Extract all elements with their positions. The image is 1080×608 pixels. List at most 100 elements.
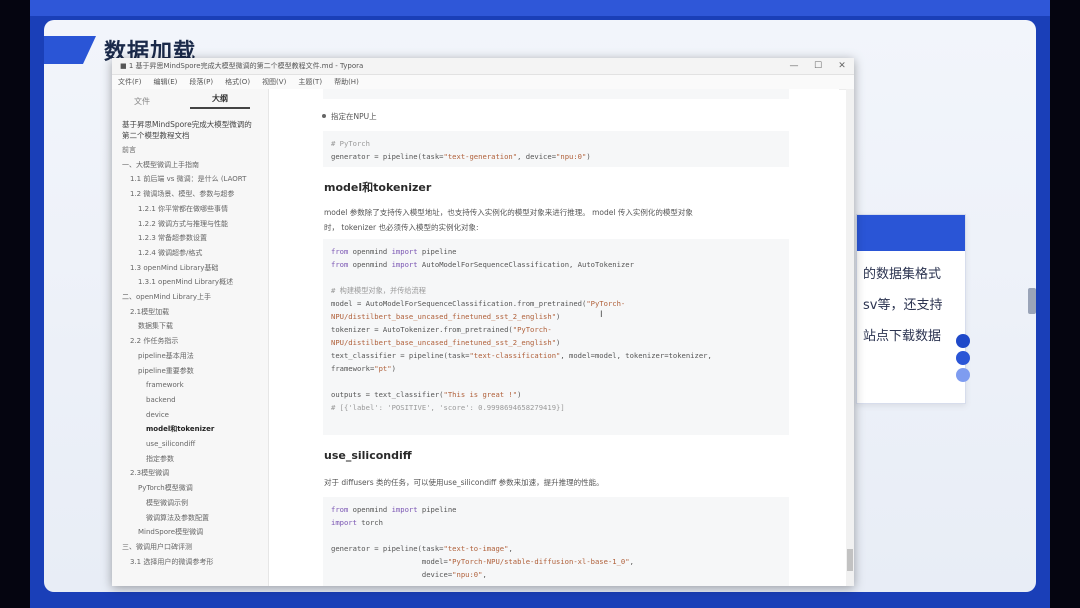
outline-item[interactable]: 微调算法及参数配置 [112, 511, 268, 526]
bullet-item: 指定在NPU上 [322, 112, 377, 121]
outline-item[interactable]: pipeline基本用法 [112, 349, 268, 364]
outline-item[interactable]: pipeline重要参数 [112, 364, 268, 379]
code-text: openmind [348, 505, 392, 514]
code-text: generator = pipeline(task= [331, 152, 444, 161]
outline-item[interactable]: 2.2 作任务指示 [112, 334, 268, 349]
outline-item[interactable]: 数据集下载 [112, 319, 268, 334]
menu-paragraph[interactable]: 段落(P) [183, 77, 219, 87]
code-text: tokenizer = AutoTokenizer.from_pretraine… [331, 325, 513, 334]
outline-item[interactable]: 1.2.3 常备超参数设置 [112, 231, 268, 246]
outline-item[interactable]: 前言 [112, 143, 268, 158]
menu-theme[interactable]: 主题(T) [292, 77, 328, 87]
code-text: model= [331, 557, 448, 566]
outline-list: 前言 一、大模型微调上手指南 1.1 前后端 vs 微调：是什么 (LAORT 1.2… [112, 143, 268, 569]
outline-item[interactable]: framework [112, 378, 268, 393]
menu-edit[interactable]: 编辑(E) [148, 77, 184, 87]
top-strip [30, 0, 1050, 16]
code-text: , [482, 570, 487, 579]
outline-item[interactable]: 1.2 微调场景、模型、参数与超参 [112, 187, 268, 202]
code-string: "This is great !" [443, 390, 518, 399]
slide-nav-dot[interactable] [956, 368, 970, 382]
outline-item[interactable]: PyTorch模型微调 [112, 481, 268, 496]
code-keyword: import [331, 518, 357, 527]
tab-files[interactable]: 文件 [112, 96, 172, 107]
code-text: model = AutoModelForSequenceClassificati… [331, 299, 587, 308]
code-string: NPU/distilbert_base_uncased_finetuned_ss… [331, 312, 557, 321]
code-text: , model=model, tokenizer=tokenizer, [560, 351, 712, 360]
vertical-scrollbar[interactable] [846, 89, 854, 586]
window-titlebar: ■ 1 基于昇思MindSpore完成大模型微调的第二个模型教程文件.md - … [112, 58, 854, 75]
menu-format[interactable]: 格式(O) [219, 77, 256, 87]
outline-item[interactable]: 1.3 openMind Library基础 [112, 261, 268, 276]
code-text: ) [517, 390, 522, 399]
code-string: "PyTorch- [586, 299, 626, 308]
outline-item[interactable]: MindSpore模型微调 [112, 525, 268, 540]
code-keyword: from [331, 505, 349, 514]
heading-model-tokenizer: model和tokenizer [324, 181, 432, 194]
outline-item[interactable]: model和tokenizer [112, 422, 268, 437]
code-block-silicondiff[interactable]: from openmind import pipeline import tor… [323, 497, 789, 586]
code-text: ) [556, 312, 561, 321]
outline-item[interactable]: 2.1模型加载 [112, 305, 268, 320]
video-frame: 数据加载 的数据集格式 sv等，还支持 站点下载数据 ■ 1 基于昇思MindS… [30, 0, 1050, 608]
outline-item[interactable]: 模型微调示例 [112, 496, 268, 511]
tab-outline[interactable]: 大纲 [190, 93, 250, 109]
code-text: framework= [331, 364, 375, 373]
menu-file[interactable]: 文件(F) [112, 77, 148, 87]
outline-item[interactable]: 1.2.2 微调方式与推理与性能 [112, 217, 268, 232]
code-text: pipeline [417, 505, 457, 514]
menu-bar: 文件(F) 编辑(E) 段落(P) 格式(O) 视图(V) 主题(T) 帮助(H… [112, 75, 854, 90]
slide-nav-dot[interactable] [956, 334, 970, 348]
code-text: ) [586, 152, 591, 161]
outline-item[interactable]: use_silicondiff [112, 437, 268, 452]
side-card-line: sv等，还支持 [863, 298, 943, 313]
editor-pane: 指定在NPU上 # PyTorch generator = pipeline(t… [269, 89, 839, 586]
code-string: "npu:0" [452, 570, 483, 579]
code-text: pipeline [417, 247, 457, 256]
outline-item[interactable]: 1.2.4 微调超参/格式 [112, 246, 268, 261]
code-text: torch [356, 518, 383, 527]
outline-item[interactable]: 指定参数 [112, 452, 268, 467]
outline-item[interactable]: 三、微调用户口碑评测 [112, 540, 268, 555]
outline-item[interactable]: 3.1 选择用户的微调参考形 [112, 555, 268, 570]
sidebar-tabs: 文件 大纲 [112, 89, 268, 113]
code-string: "PyTorch-NPU/stable-diffusion-xl-base-1_… [447, 557, 630, 566]
code-text: ) [391, 364, 396, 373]
outline-item[interactable]: 二、openMind Library上手 [112, 290, 268, 305]
paragraph: 对于 diffusers 类的任务，可以使用use_silicondiff 参数… [324, 478, 604, 487]
code-string: "PyTorch- [512, 325, 552, 334]
typora-window: ■ 1 基于昇思MindSpore完成大模型微调的第二个模型教程文件.md - … [112, 58, 854, 586]
code-block-pytorch[interactable]: # PyTorch generator = pipeline(task="tex… [323, 131, 789, 167]
outline-doc-title[interactable]: 基于昇思MindSpore完成大模型微调的第二个模型教程文档 [112, 113, 268, 143]
scrollbar-thumb[interactable] [847, 549, 853, 571]
code-string: "npu:0" [556, 152, 587, 161]
side-card-line: 站点下载数据 [863, 329, 942, 344]
paragraph-line: model 参数除了支持传入模型地址，也支持传入实例化的模型对象来进行推理。 m… [324, 208, 693, 217]
code-comment: # 构建模型对象，并传给流程 [331, 286, 426, 295]
code-text: outputs = text_classifier( [331, 390, 444, 399]
outline-item[interactable]: backend [112, 393, 268, 408]
menu-help[interactable]: 帮助(H) [328, 77, 365, 87]
code-keyword: from [331, 247, 349, 256]
menu-view[interactable]: 视图(V) [256, 77, 292, 87]
outline-item[interactable]: 2.3模型微调 [112, 466, 268, 481]
side-card-header [857, 215, 965, 251]
outline-item[interactable]: 1.2.1 你平常都在做哪些事情 [112, 202, 268, 217]
code-text: openmind [348, 260, 392, 269]
slide-side-card: 的数据集格式 sv等，还支持 站点下载数据 [856, 214, 966, 404]
paragraph: model 参数除了支持传入模型地址，也支持传入实例化的模型对象来进行推理。 m… [324, 205, 794, 235]
minimize-icon[interactable]: — [782, 61, 806, 71]
slide-nav-dot[interactable] [956, 351, 970, 365]
code-comment: # [{'label': 'POSITIVE', 'score': 0.9998… [331, 403, 565, 412]
outline-item[interactable]: device [112, 408, 268, 423]
maximize-icon[interactable]: ☐ [806, 61, 830, 71]
window-body: 文件 大纲 基于昇思MindSpore完成大模型微调的第二个模型教程文档 前言一… [112, 89, 854, 586]
code-block-model[interactable]: from openmind import pipeline from openm… [323, 239, 789, 435]
close-icon[interactable]: ✕ [830, 61, 854, 71]
outline-item[interactable]: 一、大模型微调上手指南 [112, 158, 268, 173]
outline-item[interactable]: 1.1 前后端 vs 微调：是什么 (LAORT [112, 172, 268, 187]
code-block-partial[interactable] [323, 89, 789, 99]
slide-accent-shape [44, 36, 96, 64]
text-cursor-icon: I [600, 310, 603, 320]
outline-item[interactable]: 1.3.1 openMind Library概述 [112, 275, 268, 290]
